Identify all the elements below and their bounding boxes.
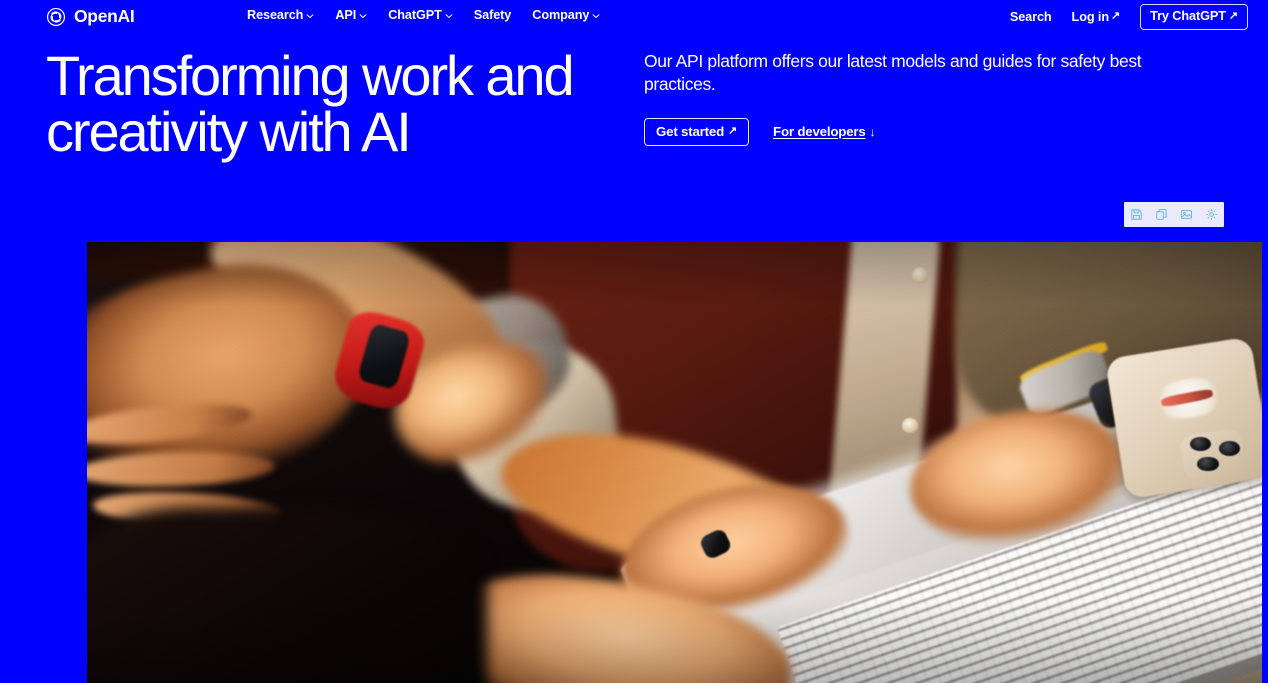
nav-actions: Search Log in ↗ Try ChatGPT ↗ bbox=[1009, 4, 1248, 30]
copy-icon[interactable] bbox=[1151, 204, 1172, 225]
hero-actions: Get started ↗ For developers ↓ bbox=[644, 117, 1224, 146]
image-toolbar[interactable] bbox=[1124, 202, 1224, 227]
nav-item-label: Company bbox=[532, 8, 590, 22]
settings-icon[interactable] bbox=[1201, 204, 1222, 225]
arrow-up-right-icon: ↗ bbox=[1228, 10, 1238, 22]
chevron-down-icon bbox=[592, 12, 600, 20]
top-navigation-bar: OpenAI Research API ChatGPT Safety Compa… bbox=[0, 0, 1268, 34]
photo-phone-lens bbox=[1197, 456, 1219, 472]
page-title: Transforming work and creativity with AI bbox=[46, 44, 575, 163]
get-started-button[interactable]: Get started ↗ bbox=[644, 117, 750, 146]
hero-photo-composition bbox=[87, 242, 1262, 683]
photo-dark-foreground bbox=[87, 507, 487, 683]
openai-landing-page: OpenAI Research API ChatGPT Safety Compa… bbox=[0, 0, 1268, 683]
primary-menu: Research API ChatGPT Safety Company bbox=[247, 9, 600, 22]
nav-item-label: API bbox=[335, 8, 357, 22]
nav-item-company[interactable]: Company bbox=[532, 9, 600, 22]
openai-knot-icon bbox=[45, 6, 67, 28]
login-label: Log in bbox=[1071, 9, 1110, 24]
for-developers-label: For developers bbox=[773, 124, 866, 140]
for-developers-link[interactable]: For developers ↓ bbox=[773, 124, 876, 140]
hero-subtitle: Our API platform offers our latest model… bbox=[644, 51, 1142, 95]
hero-image bbox=[87, 242, 1262, 683]
nav-item-research[interactable]: Research bbox=[247, 9, 314, 22]
login-link[interactable]: Log in ↗ bbox=[1071, 9, 1121, 24]
save-icon[interactable] bbox=[1126, 204, 1147, 225]
nav-item-safety[interactable]: Safety bbox=[473, 8, 512, 22]
nav-item-label: ChatGPT bbox=[388, 8, 442, 22]
chevron-down-icon bbox=[359, 12, 367, 20]
chevron-down-icon bbox=[306, 12, 314, 20]
nav-item-chatgpt[interactable]: ChatGPT bbox=[388, 9, 453, 22]
nav-item-label: Research bbox=[247, 8, 304, 22]
get-started-label: Get started bbox=[656, 123, 724, 139]
hero-right-column: Our API platform offers our latest model… bbox=[644, 50, 1224, 146]
search-label: Search bbox=[1009, 9, 1052, 24]
arrow-up-right-icon: ↗ bbox=[728, 124, 738, 137]
cta-label: Try ChatGPT bbox=[1150, 9, 1226, 24]
photo-phone-lens bbox=[1218, 441, 1240, 456]
openai-logo-link[interactable]: OpenAI bbox=[45, 4, 135, 30]
try-chatgpt-button[interactable]: Try ChatGPT ↗ bbox=[1140, 4, 1248, 30]
image-icon[interactable] bbox=[1176, 204, 1197, 225]
nav-item-api[interactable]: API bbox=[335, 9, 367, 22]
arrow-up-right-icon: ↗ bbox=[1111, 10, 1121, 23]
nav-item-label: Safety bbox=[473, 8, 512, 22]
photo-shirt-button bbox=[911, 267, 928, 283]
search-button[interactable]: Search bbox=[1009, 9, 1052, 24]
chevron-down-icon bbox=[445, 12, 453, 20]
brand-name: OpenAI bbox=[74, 6, 135, 27]
arrow-down-icon: ↓ bbox=[869, 124, 876, 139]
